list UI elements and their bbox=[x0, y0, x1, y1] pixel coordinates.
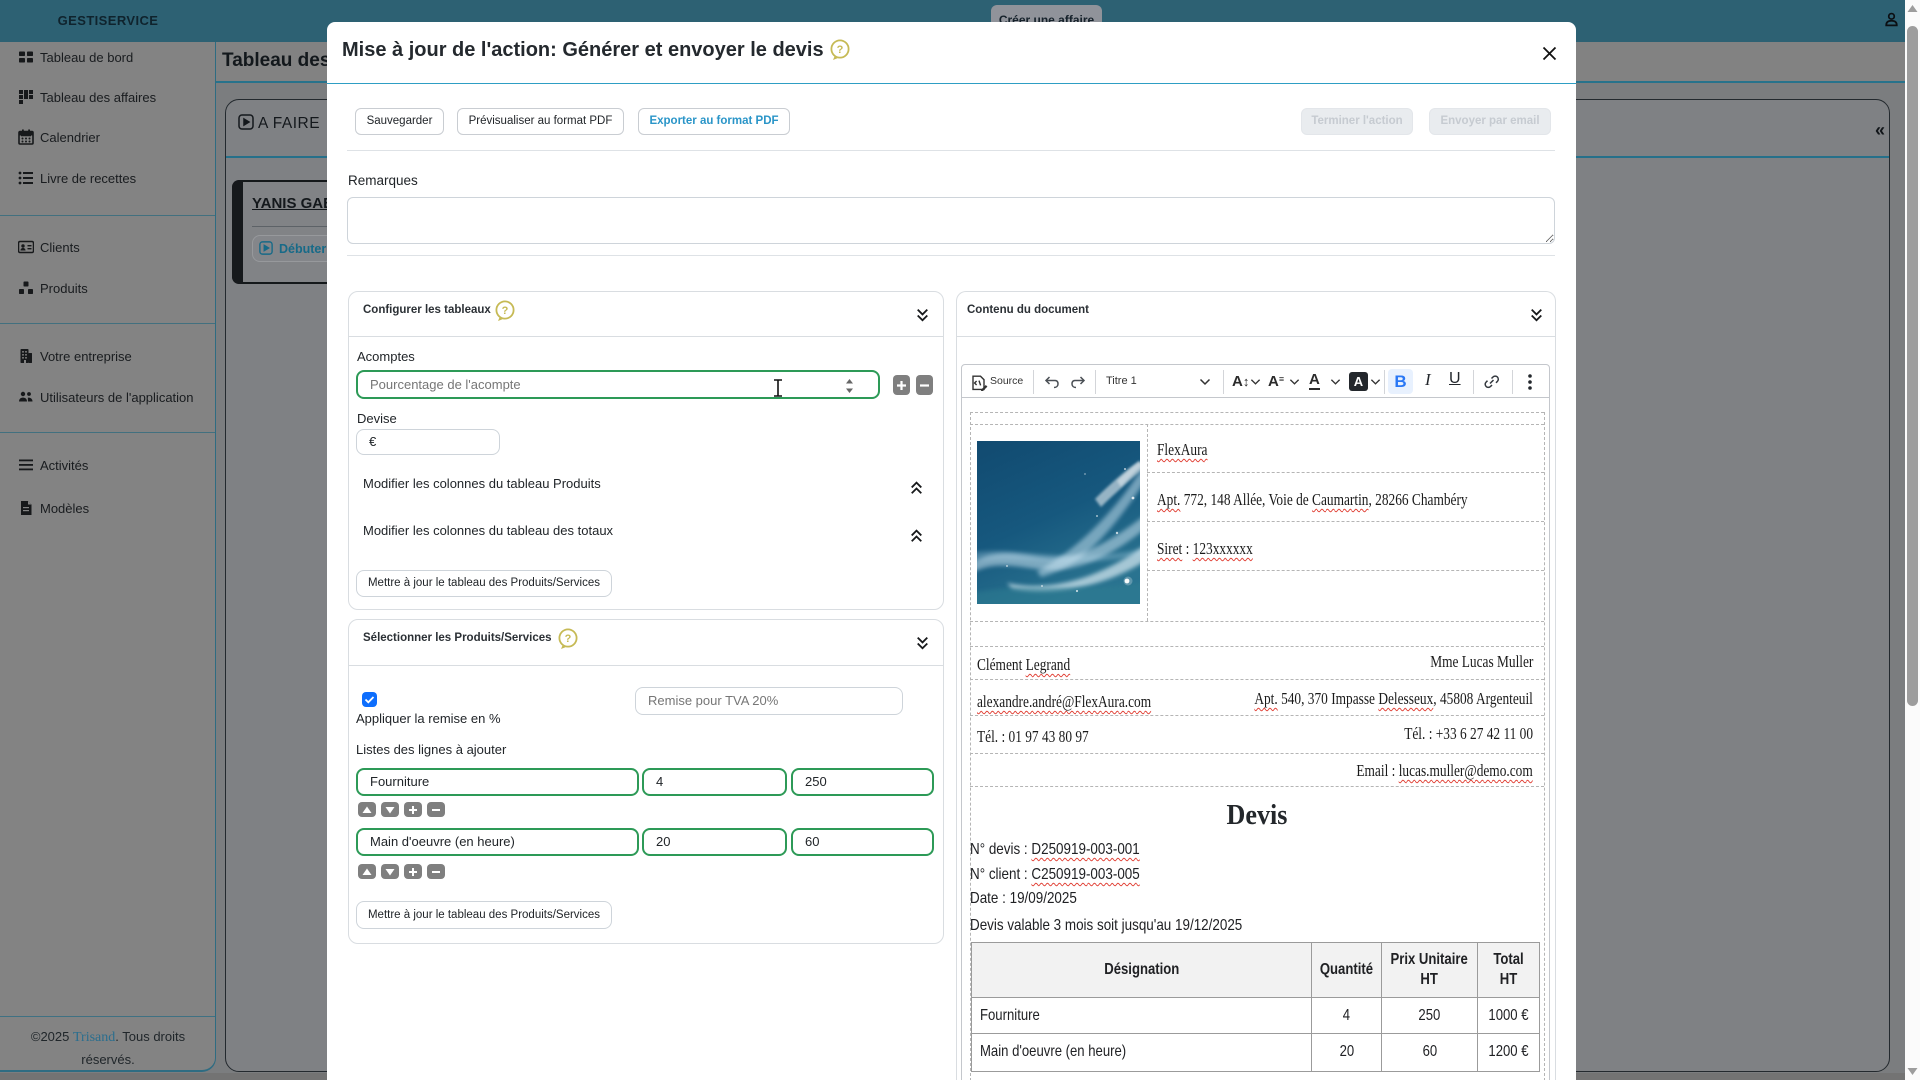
svg-text:?: ? bbox=[502, 305, 509, 317]
svg-text:?: ? bbox=[565, 633, 572, 645]
svg-text:?: ? bbox=[837, 44, 844, 56]
